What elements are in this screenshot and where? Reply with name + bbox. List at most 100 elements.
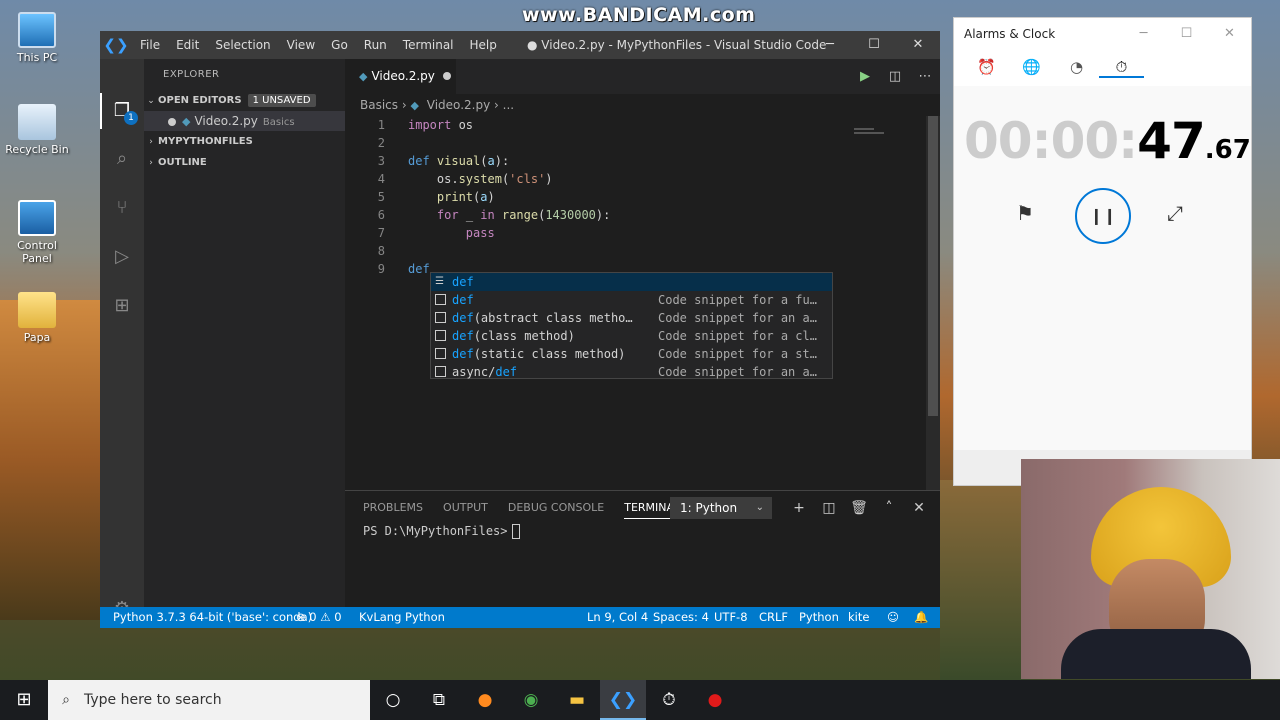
new-terminal-button[interactable]: + — [784, 497, 814, 519]
firefox-icon[interactable]: ● — [462, 680, 508, 720]
kill-terminal-button[interactable]: 🗑 — [844, 497, 874, 519]
run-debug-icon[interactable]: ▷ — [110, 245, 134, 269]
expand-icon[interactable]: ⤢ — [1167, 201, 1183, 225]
suggestion-suffix: (static class method) — [473, 347, 626, 361]
more-actions-button[interactable]: ⋯ — [910, 59, 940, 94]
alarms-title-bar: Alarms & Clock ─ ☐ ✕ — [954, 18, 1251, 50]
extensions-icon[interactable]: ⊞ — [110, 294, 134, 318]
chrome-icon[interactable]: ◉ — [508, 680, 554, 720]
suggestion-item[interactable]: ☰ def — [431, 273, 832, 291]
status-eol[interactable]: CRLF — [759, 607, 788, 628]
taskbar-search[interactable]: ⌕ Type here to search — [48, 680, 370, 720]
bandicam-record-icon[interactable]: ● — [692, 680, 738, 720]
world-clock-tab-icon[interactable]: 🌐 — [1009, 58, 1054, 78]
windows-start-icon[interactable]: ⊞ — [0, 680, 48, 720]
close-button[interactable]: ✕ — [1208, 18, 1251, 50]
breadcrumb-file[interactable]: Video.2.py — [427, 98, 490, 112]
minimap[interactable] — [854, 128, 894, 140]
status-python-interpreter[interactable]: Python 3.7.3 64-bit ('base': conda) — [113, 607, 312, 628]
suggestion-match: def — [452, 347, 474, 361]
tab-video2[interactable]: ◆ Video.2.py — [345, 59, 456, 94]
wallpaper-cliff — [0, 300, 110, 620]
task-view-icon[interactable]: ⧉ — [416, 680, 462, 720]
suggestion-label: def(abstract class metho… — [452, 309, 633, 327]
source-control-icon[interactable]: ⑂ — [110, 196, 134, 220]
cortana-icon[interactable]: ○ — [370, 680, 416, 720]
desktop-icon-label: Papa — [23, 331, 51, 344]
menu-file[interactable]: File — [132, 31, 168, 59]
maximize-panel-button[interactable]: ˄ — [874, 497, 904, 519]
status-kite[interactable]: kite — [848, 607, 869, 628]
suggestion-item[interactable]: def Code snippet for a fu… — [431, 291, 832, 309]
breadcrumb-more[interactable]: ... — [503, 98, 514, 112]
menu-help[interactable]: Help — [462, 31, 505, 59]
suggestion-suffix: (class method) — [473, 329, 575, 343]
folder-section[interactable]: › MYPYTHONFILES — [144, 132, 345, 152]
menu-terminal[interactable]: Terminal — [395, 31, 462, 59]
tab-problems[interactable]: PROBLEMS — [363, 501, 423, 519]
close-button[interactable]: ✕ — [896, 31, 940, 59]
alarms-clock-taskbar-icon[interactable]: ⏱ — [646, 680, 692, 720]
status-kvlang[interactable]: KvLang Python — [359, 607, 445, 628]
close-panel-button[interactable]: ✕ — [904, 497, 934, 519]
breadcrumb-folder[interactable]: Basics — [360, 98, 398, 112]
outline-section[interactable]: › OUTLINE — [144, 153, 345, 173]
notifications-bell-icon[interactable]: 🔔 — [914, 607, 928, 628]
file-explorer-icon[interactable]: ▬ — [554, 680, 600, 720]
status-encoding[interactable]: UTF-8 — [714, 607, 748, 628]
scroll-thumb[interactable] — [928, 116, 938, 416]
maximize-button[interactable]: ☐ — [852, 31, 896, 59]
split-terminal-button[interactable]: ◫ — [814, 497, 844, 519]
status-indentation[interactable]: Spaces: 4 — [653, 607, 709, 628]
vscode-taskbar-icon[interactable]: ❮❯ — [600, 680, 646, 720]
alarms-title: Alarms & Clock — [964, 27, 1056, 41]
pause-button[interactable]: ❙❙ — [1075, 188, 1131, 244]
menu-selection[interactable]: Selection — [207, 31, 278, 59]
status-language[interactable]: Python — [799, 607, 839, 628]
suggestion-item[interactable]: def(static class method) Code snippet fo… — [431, 345, 832, 363]
split-editor-button[interactable]: ◫ — [880, 59, 910, 94]
editor-scrollbar[interactable] — [926, 116, 940, 490]
lap-flag-icon[interactable]: ⚑ — [1016, 201, 1034, 225]
alarm-tab-icon[interactable]: ⏰ — [964, 58, 1009, 78]
menu-run[interactable]: Run — [356, 31, 395, 59]
line-number: 2 — [377, 136, 385, 150]
menu-view[interactable]: View — [279, 31, 323, 59]
desktop-icon-papa[interactable]: Papa — [4, 292, 70, 344]
open-editors-section[interactable]: ⌄ OPEN EDITORS 1 UNSAVED — [144, 91, 345, 111]
timer-tab-icon[interactable]: ◔ — [1054, 58, 1099, 78]
minimize-button[interactable]: ─ — [1122, 18, 1165, 50]
tab-output[interactable]: OUTPUT — [443, 501, 488, 519]
suggestion-match: def — [452, 329, 474, 343]
feedback-icon[interactable]: ☺ — [887, 607, 899, 628]
terminal-select[interactable]: 1: Python ⌄ — [670, 497, 772, 519]
document-icon — [18, 292, 56, 328]
maximize-button[interactable]: ☐ — [1165, 18, 1208, 50]
menu-edit[interactable]: Edit — [168, 31, 207, 59]
stopwatch-tab-icon[interactable]: ⏱ — [1099, 58, 1144, 78]
code-line: pass — [465, 226, 495, 240]
terminal-prompt[interactable]: PS D:\MyPythonFiles> — [363, 524, 520, 539]
suggestion-item[interactable]: async/def Code snippet for an a… — [431, 363, 832, 381]
menu-go[interactable]: Go — [323, 31, 356, 59]
suggestion-item[interactable]: def(class method) Code snippet for a cl… — [431, 327, 832, 345]
open-editor-file[interactable]: ◆ Video.2.py Basics — [144, 111, 345, 131]
suggestion-match: def — [495, 365, 518, 379]
status-problems[interactable]: ⊗ 0 ⚠ 0 — [296, 607, 342, 628]
search-icon: ⌕ — [62, 692, 70, 708]
desktop-icon-recycle-bin[interactable]: Recycle Bin — [4, 104, 70, 156]
minimize-button[interactable]: ─ — [808, 31, 852, 59]
desktop-icon-control-panel[interactable]: Control Panel — [4, 200, 70, 265]
search-icon[interactable]: ⌕ — [110, 147, 134, 171]
suggestion-item[interactable]: def(abstract class metho… Code snippet f… — [431, 309, 832, 327]
stopwatch-seconds: 47 — [1137, 112, 1206, 170]
run-file-button[interactable]: ▶ — [850, 59, 880, 94]
tab-debug-console[interactable]: DEBUG CONSOLE — [508, 501, 604, 519]
desktop-icon-this-pc[interactable]: This PC — [4, 12, 70, 64]
chevron-down-icon: ⌄ — [755, 502, 764, 513]
suggestion-detail: Code snippet for an a… — [658, 311, 817, 325]
active-indicator — [100, 93, 102, 129]
status-cursor-position[interactable]: Ln 9, Col 4 — [587, 607, 648, 628]
snippet-icon — [435, 330, 446, 341]
suggestion-detail: Code snippet for a cl… — [658, 329, 817, 343]
